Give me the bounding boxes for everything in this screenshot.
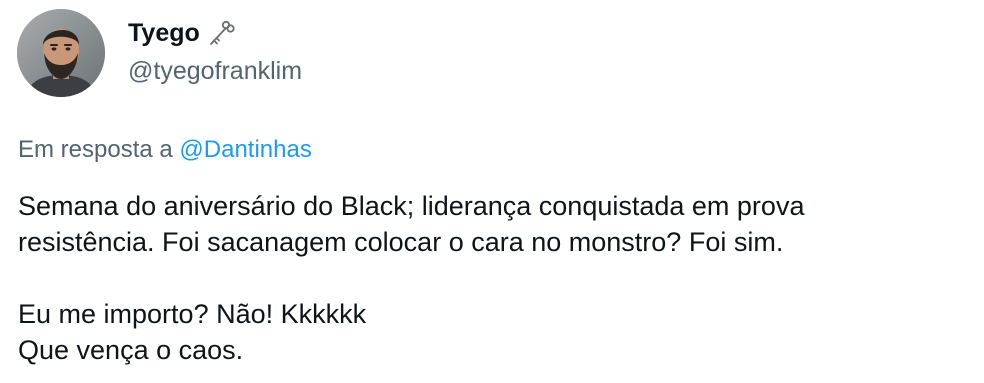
old-key-icon <box>206 18 236 48</box>
tweet-line: Que vença o caos. <box>18 335 244 365</box>
user-handle[interactable]: @tyegofranklim <box>128 54 302 88</box>
reply-context: Em resposta a @Dantinhas <box>18 134 312 166</box>
tweet-line: Eu me importo? Não! Kkkkkk <box>18 299 367 329</box>
display-name[interactable]: Tyego <box>128 16 200 50</box>
tweet-line: Semana do aniversário do Black; lideranç… <box>18 191 805 221</box>
avatar[interactable] <box>17 9 105 97</box>
reply-prefix: Em resposta a <box>18 136 173 163</box>
tweet-card: Tyego @tyegofranklim Em resposta a @Dant… <box>0 0 984 383</box>
tweet-line: resistência. Foi sacanagem colocar o car… <box>18 227 784 257</box>
tweet-text: Semana do aniversário do Black; lideranç… <box>18 188 968 368</box>
name-row: Tyego <box>128 16 302 50</box>
avatar-photo <box>17 9 105 97</box>
reply-mention-link[interactable]: @Dantinhas <box>179 136 311 163</box>
author-info: Tyego @tyegofranklim <box>128 16 302 88</box>
